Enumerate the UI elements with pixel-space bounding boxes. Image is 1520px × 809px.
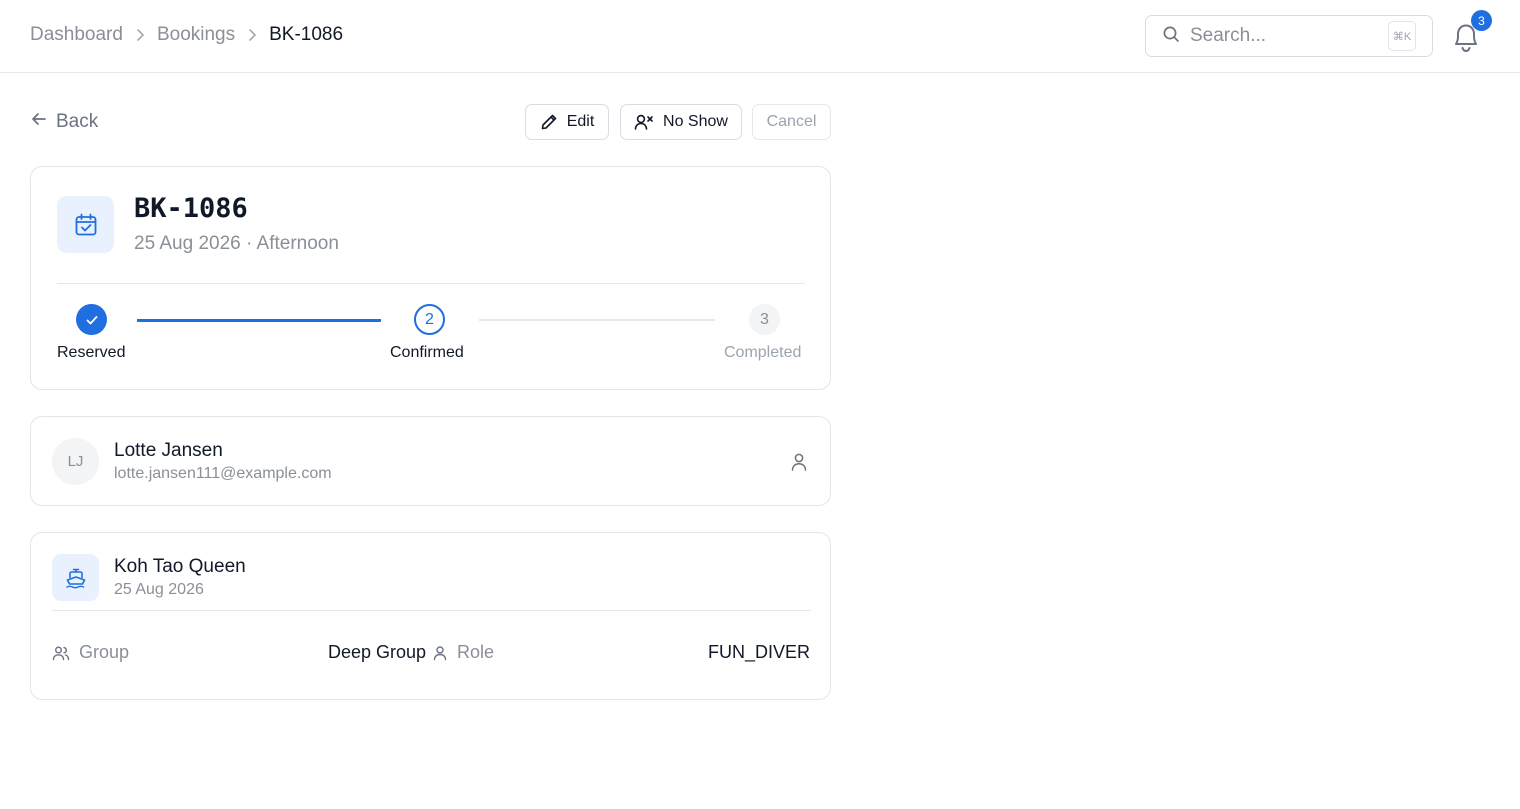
- role-value: FUN_DIVER: [707, 642, 810, 662]
- step-confirmed-label: Confirmed: [390, 344, 464, 361]
- group-label: Group: [79, 642, 130, 662]
- booking-subtitle: 25 Aug 2026 · Afternoon: [134, 233, 339, 254]
- group-value: Deep Group: [328, 642, 427, 662]
- calendar-check-icon: [57, 196, 114, 253]
- users-icon: [52, 646, 70, 660]
- no-show-button[interactable]: No Show: [620, 104, 742, 140]
- user-icon[interactable]: [790, 452, 808, 477]
- divider: [57, 283, 805, 284]
- arrow-left-icon: [30, 110, 48, 134]
- breadcrumb-dashboard[interactable]: Dashboard: [30, 24, 123, 46]
- role-field: Role: [432, 642, 494, 663]
- booking-id: BK-1086: [134, 193, 248, 224]
- progress-line-completed: [137, 319, 381, 322]
- chevron-right-icon: [235, 28, 269, 42]
- customer-email: lotte.jansen111@example.com: [114, 465, 332, 482]
- step-completed-label: Completed: [724, 344, 802, 361]
- role-label: Role: [457, 642, 495, 662]
- edit-button[interactable]: Edit: [525, 104, 609, 140]
- customer-card[interactable]: LJ Lotte Jansen lotte.jansen111@example.…: [30, 416, 831, 506]
- divider: [52, 610, 811, 611]
- step-confirmed-indicator: 2: [414, 304, 445, 335]
- cancel-label: Cancel: [766, 113, 817, 130]
- trip-date: 25 Aug 2026: [114, 581, 204, 598]
- no-show-label: No Show: [663, 113, 728, 130]
- booking-summary-card: BK-1086 25 Aug 2026 · Afternoon 2 3 Rese…: [30, 166, 831, 390]
- progress-line-pending: [479, 319, 715, 321]
- chevron-right-icon: [123, 28, 157, 42]
- search-input[interactable]: Search... ⌘K: [1145, 15, 1433, 57]
- back-label: Back: [56, 111, 99, 132]
- trip-boat-name: Koh Tao Queen: [114, 556, 246, 577]
- search-icon: [1162, 25, 1180, 48]
- edit-label: Edit: [566, 113, 595, 130]
- notification-badge: 3: [1471, 10, 1492, 31]
- ship-icon: [52, 554, 99, 601]
- back-button[interactable]: Back: [30, 110, 98, 134]
- user-x-icon: [634, 114, 653, 130]
- cancel-button[interactable]: Cancel: [752, 104, 831, 140]
- breadcrumb-bookings[interactable]: Bookings: [157, 24, 235, 46]
- breadcrumb: Dashboard Bookings BK-1086: [30, 24, 343, 46]
- keyboard-shortcut: ⌘K: [1388, 21, 1416, 51]
- step-reserved-indicator: [76, 304, 107, 335]
- avatar: LJ: [52, 438, 99, 485]
- step-completed-indicator: 3: [749, 304, 780, 335]
- pencil-icon: [541, 114, 557, 130]
- customer-name: Lotte Jansen: [114, 440, 223, 461]
- breadcrumb-current: BK-1086: [269, 24, 344, 45]
- top-bar: Dashboard Bookings BK-1086 Search... ⌘K …: [0, 0, 1520, 73]
- trip-card: Koh Tao Queen 25 Aug 2026 Group Deep Gro…: [30, 532, 831, 700]
- group-field: Group: [52, 642, 129, 663]
- user-icon: [433, 645, 447, 660]
- search-placeholder: Search...: [1190, 25, 1267, 46]
- step-reserved-label: Reserved: [57, 344, 126, 361]
- check-icon: [86, 315, 97, 324]
